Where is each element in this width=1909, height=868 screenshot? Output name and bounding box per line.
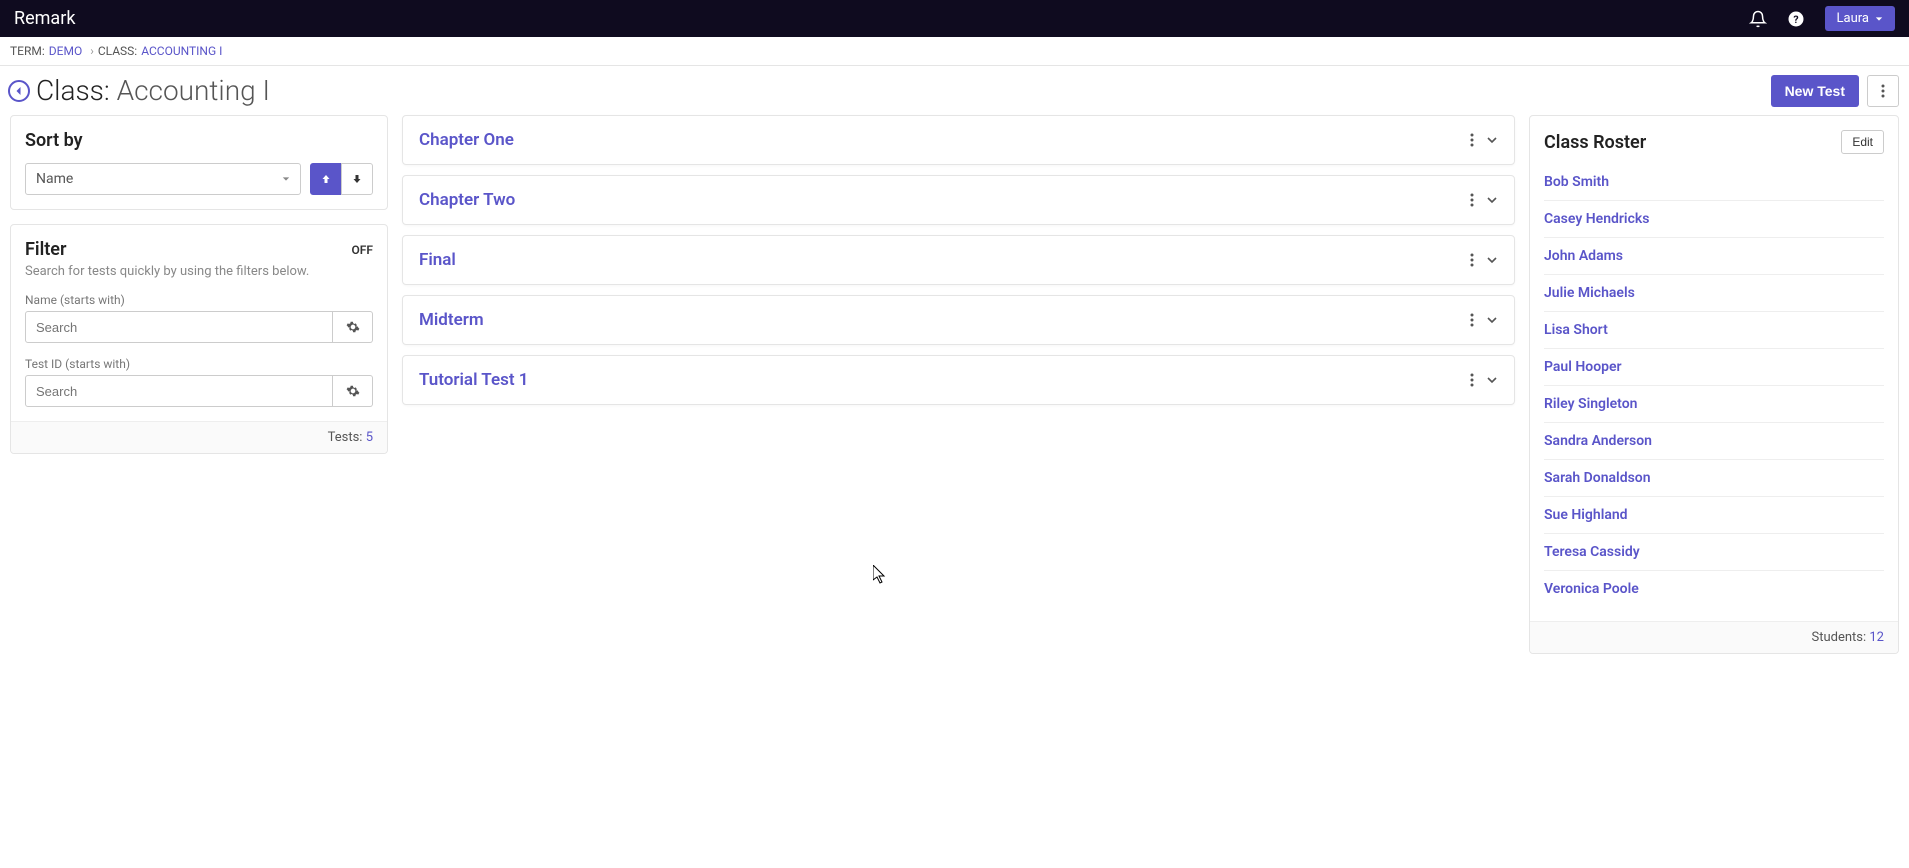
gear-icon <box>346 320 360 334</box>
test-item: Chapter Two <box>402 175 1515 225</box>
roster-item[interactable]: Riley Singleton <box>1544 386 1884 423</box>
breadcrumb-term-link[interactable]: DEMO <box>49 44 82 58</box>
app-header: Remark ? Laura <box>0 0 1909 37</box>
roster-footer: Students: 12 <box>1530 621 1898 653</box>
filter-name-label: Name (starts with) <box>25 293 373 307</box>
page-title-row: Class: Accounting I New Test <box>0 66 1909 115</box>
sort-selected-value: Name <box>36 171 73 187</box>
breadcrumb-term-label: TERM: <box>10 44 45 58</box>
test-kebab-button[interactable] <box>1470 313 1474 327</box>
filter-status[interactable]: OFF <box>352 243 373 257</box>
roster-list: Bob SmithCasey HendricksJohn AdamsJulie … <box>1544 164 1884 607</box>
filter-testid-label: Test ID (starts with) <box>25 357 373 371</box>
filter-title: Filter <box>25 239 66 260</box>
breadcrumb-separator: › <box>90 44 94 58</box>
test-kebab-button[interactable] <box>1470 133 1474 147</box>
roster-edit-button[interactable]: Edit <box>1841 130 1884 154</box>
svg-text:?: ? <box>1793 12 1798 25</box>
kebab-icon <box>1470 253 1474 267</box>
filter-name-input[interactable] <box>25 311 333 343</box>
help-icon[interactable]: ? <box>1787 10 1805 28</box>
students-count-label: Students: <box>1811 630 1866 645</box>
chevron-down-icon <box>1486 314 1498 326</box>
roster-card: Class Roster Edit Bob SmithCasey Hendric… <box>1529 115 1899 654</box>
new-test-button[interactable]: New Test <box>1771 75 1859 107</box>
roster-title: Class Roster <box>1544 132 1646 153</box>
tests-count-label: Tests: <box>328 430 363 445</box>
roster-item[interactable]: Paul Hooper <box>1544 349 1884 386</box>
arrow-down-icon <box>351 173 363 185</box>
test-name-link[interactable]: Midterm <box>419 310 484 330</box>
app-brand[interactable]: Remark <box>14 8 75 29</box>
page-title: Class: Accounting I <box>36 74 270 107</box>
filter-name-settings[interactable] <box>333 311 373 343</box>
breadcrumb: TERM: DEMO › CLASS: ACCOUNTING I <box>0 37 1909 66</box>
filter-description: Search for tests quickly by using the fi… <box>25 264 373 279</box>
roster-item[interactable]: Sandra Anderson <box>1544 423 1884 460</box>
test-expand-button[interactable] <box>1486 194 1498 206</box>
chevron-down-icon <box>1486 194 1498 206</box>
user-name: Laura <box>1837 11 1869 26</box>
roster-item[interactable]: Sarah Donaldson <box>1544 460 1884 497</box>
test-kebab-button[interactable] <box>1470 373 1474 387</box>
students-count-value: 12 <box>1869 630 1884 645</box>
gear-icon <box>346 384 360 398</box>
test-kebab-button[interactable] <box>1470 253 1474 267</box>
test-expand-button[interactable] <box>1486 254 1498 266</box>
kebab-icon <box>1470 193 1474 207</box>
chevron-down-icon <box>1875 15 1883 23</box>
test-item: Chapter One <box>402 115 1515 165</box>
sort-desc-button[interactable] <box>341 163 373 195</box>
test-name-link[interactable]: Final <box>419 250 456 270</box>
breadcrumb-class-label: CLASS: <box>98 44 137 58</box>
chevron-down-icon <box>282 175 290 183</box>
sort-select[interactable]: Name <box>25 163 301 195</box>
test-name-link[interactable]: Tutorial Test 1 <box>419 370 529 390</box>
arrow-up-icon <box>320 173 332 185</box>
test-item: Final <box>402 235 1515 285</box>
test-expand-button[interactable] <box>1486 134 1498 146</box>
sort-asc-button[interactable] <box>310 163 342 195</box>
test-name-link[interactable]: Chapter One <box>419 130 514 150</box>
roster-item[interactable]: John Adams <box>1544 238 1884 275</box>
notifications-icon[interactable] <box>1749 10 1767 28</box>
sort-title: Sort by <box>25 130 373 151</box>
roster-item[interactable]: Teresa Cassidy <box>1544 534 1884 571</box>
user-menu[interactable]: Laura <box>1825 6 1895 31</box>
roster-item[interactable]: Veronica Poole <box>1544 571 1884 607</box>
test-expand-button[interactable] <box>1486 374 1498 386</box>
test-kebab-button[interactable] <box>1470 193 1474 207</box>
chevron-down-icon <box>1486 374 1498 386</box>
back-button[interactable] <box>8 80 30 102</box>
chevron-down-icon <box>1486 134 1498 146</box>
kebab-icon <box>1881 84 1885 98</box>
arrow-left-icon <box>13 85 25 97</box>
sort-card: Sort by Name <box>10 115 388 210</box>
roster-item[interactable]: Bob Smith <box>1544 164 1884 201</box>
test-item: Tutorial Test 1 <box>402 355 1515 405</box>
test-name-link[interactable]: Chapter Two <box>419 190 515 210</box>
chevron-down-icon <box>1486 254 1498 266</box>
filter-card: Filter OFF Search for tests quickly by u… <box>10 224 388 454</box>
roster-item[interactable]: Julie Michaels <box>1544 275 1884 312</box>
kebab-icon <box>1470 313 1474 327</box>
kebab-icon <box>1470 133 1474 147</box>
filter-footer: Tests: 5 <box>11 421 387 453</box>
test-expand-button[interactable] <box>1486 314 1498 326</box>
test-item: Midterm <box>402 295 1515 345</box>
more-actions-button[interactable] <box>1867 75 1899 107</box>
tests-list: Chapter One Chapter Two <box>402 115 1515 415</box>
roster-item[interactable]: Lisa Short <box>1544 312 1884 349</box>
tests-count-value: 5 <box>366 430 373 445</box>
kebab-icon <box>1470 373 1474 387</box>
breadcrumb-class-link[interactable]: ACCOUNTING I <box>141 44 222 58</box>
roster-item[interactable]: Casey Hendricks <box>1544 201 1884 238</box>
filter-testid-input[interactable] <box>25 375 333 407</box>
filter-testid-settings[interactable] <box>333 375 373 407</box>
roster-item[interactable]: Sue Highland <box>1544 497 1884 534</box>
